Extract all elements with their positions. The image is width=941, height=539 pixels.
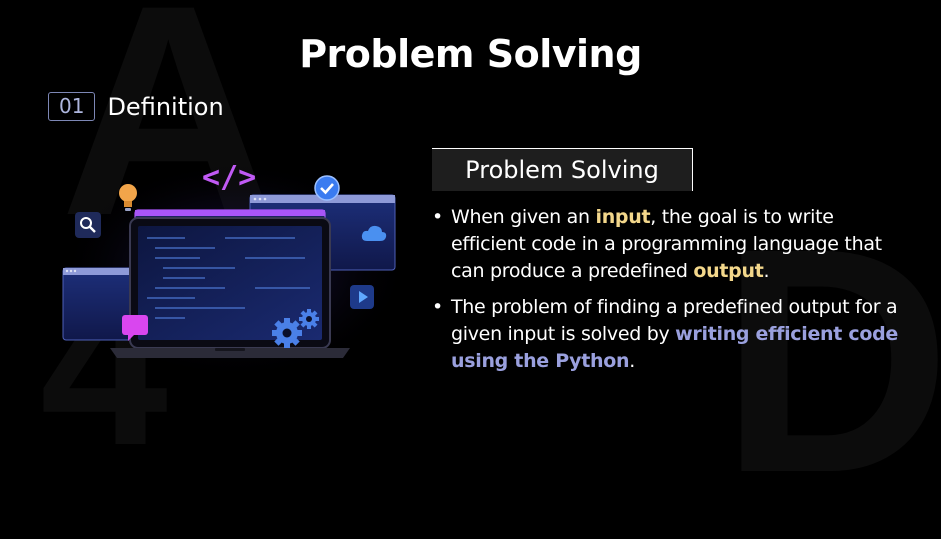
slide-title: Problem Solving: [299, 32, 642, 76]
section-number-badge: 01: [48, 92, 96, 121]
play-icon: [350, 285, 374, 309]
bullet-1-highlight-output: output: [693, 260, 764, 282]
chat-icon: [122, 315, 148, 341]
problem-solving-heading-box: Problem Solving: [432, 148, 693, 191]
bullet-item-2: The problem of finding a predefined outp…: [432, 294, 902, 375]
bullet-item-1: When given an input, the goal is to writ…: [432, 204, 902, 285]
section-label: Definition: [107, 92, 224, 121]
gear-icon: [272, 309, 319, 348]
bullet-1-highlight-input: input: [595, 206, 651, 228]
coding-laptop-illustration: </>: [55, 150, 415, 380]
cloud-icon: [361, 225, 387, 241]
bullet-1-text-c: .: [763, 260, 770, 282]
search-icon: [75, 212, 101, 238]
bullet-2-text-b: .: [629, 350, 636, 372]
code-tag-icon: </>: [202, 160, 257, 195]
section-header: 01 Definition: [48, 92, 224, 121]
bullet-1-text-a: When given an: [451, 206, 596, 228]
lightbulb-icon: [119, 184, 137, 211]
bullet-list: When given an input, the goal is to writ…: [432, 204, 902, 384]
checkmark-icon: [314, 175, 340, 201]
box-heading: Problem Solving: [465, 156, 659, 184]
